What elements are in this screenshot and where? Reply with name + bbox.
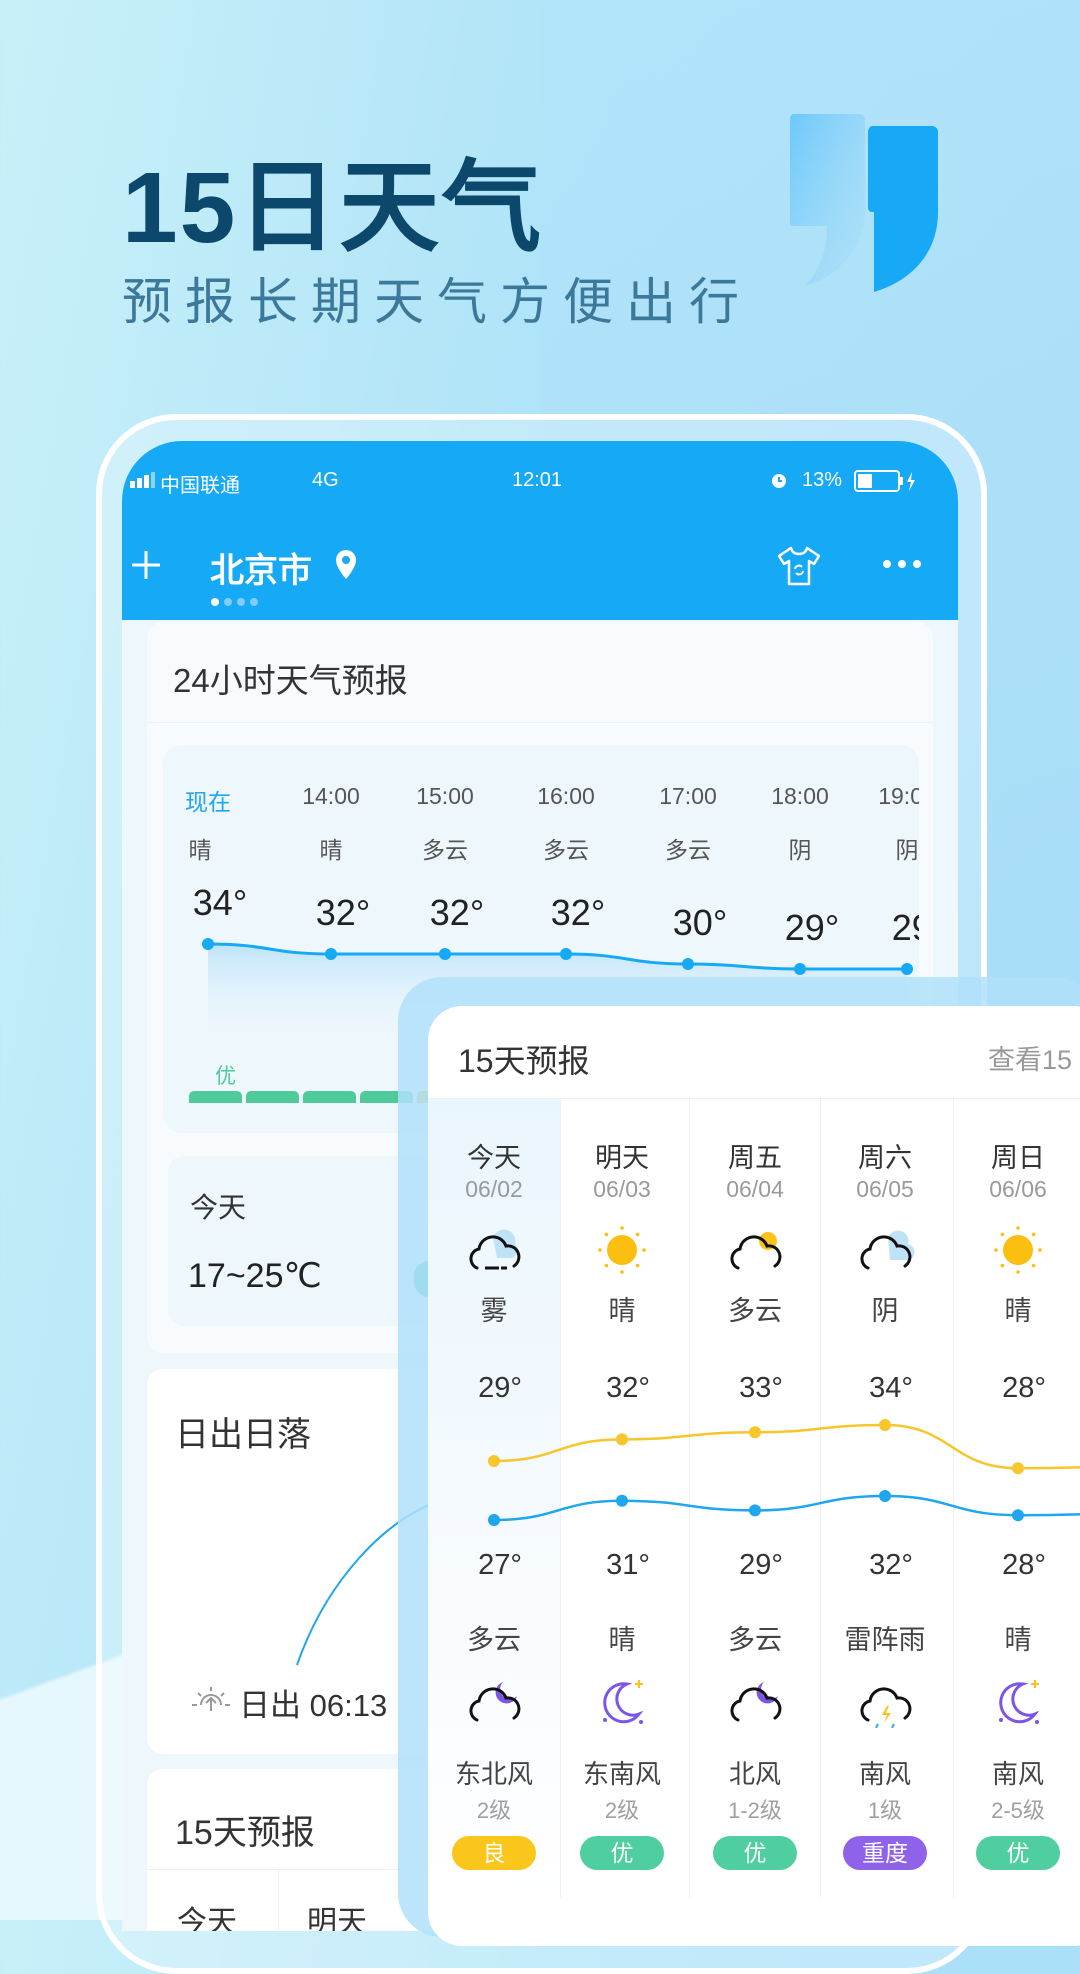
low-temp-line <box>493 1494 1080 1522</box>
high-temp-point <box>749 1426 761 1439</box>
today-range: 17~25℃ <box>188 1257 322 1295</box>
daily-temp-chart <box>488 1419 1080 1526</box>
hourly-point <box>202 938 214 950</box>
hourly-title: 24小时天气预报 <box>173 662 408 699</box>
aqi-bar <box>303 1091 356 1103</box>
page-dot <box>250 598 258 606</box>
aqi-bar <box>246 1091 299 1103</box>
city-name[interactable]: 北京市 <box>210 543 312 592</box>
sunrise-icon <box>192 1687 230 1711</box>
battery-icon <box>854 470 915 492</box>
forecast-bg-day: 今天 <box>177 1906 237 1931</box>
high-temp-point <box>1012 1462 1024 1475</box>
low-temp-point <box>879 1490 891 1502</box>
high-temp-point <box>616 1433 628 1446</box>
hourly-point <box>560 948 572 960</box>
divider <box>278 1869 279 1931</box>
low-temp-point <box>749 1504 761 1517</box>
promo-subtitle: 预报长期天气方便出行 <box>122 274 752 330</box>
hourly-point <box>325 948 337 960</box>
aqi-label: 优 <box>215 1065 236 1088</box>
page-dot <box>237 598 245 606</box>
carrier: 中国联通 <box>160 475 240 497</box>
high-temp-point <box>879 1419 891 1431</box>
clock: 12:01 <box>512 469 563 491</box>
low-temp-point <box>1012 1509 1024 1522</box>
signal-icon <box>130 472 155 488</box>
high-temp-line <box>493 1423 1080 1470</box>
location-pin-icon <box>336 550 356 579</box>
hourly-point <box>439 948 451 960</box>
plus-icon[interactable] <box>130 549 162 581</box>
promo-title: 15日天气 <box>122 152 544 264</box>
low-temp-point <box>488 1514 500 1526</box>
page-dot <box>224 598 232 606</box>
forecast-15day-card: 15天预报 查看15 今天 06/02 雾 29° 27° 多云 东北风 2级良明天 06/03… <box>428 1006 1080 1946</box>
divider <box>147 722 933 723</box>
alarm-icon <box>772 474 786 488</box>
aqi-bar <box>189 1091 242 1103</box>
hourly-point <box>901 963 913 975</box>
forecast-bg-day: 明天 <box>307 1906 367 1931</box>
high-temp-point <box>488 1455 500 1467</box>
sunrise-time: 日出 06:13 <box>239 1688 388 1723</box>
page-dot-active <box>211 598 219 606</box>
more-dots-icon[interactable] <box>882 558 922 570</box>
app-header: 中国联通 4G 12:01 13% 北京市 <box>122 441 958 620</box>
quote-mark-icon <box>790 114 938 292</box>
tshirt-refresh-icon[interactable] <box>777 545 821 587</box>
forecast-bg-title: 15天预报 <box>175 1814 315 1852</box>
today-label: 今天 <box>190 1192 247 1223</box>
hourly-point <box>794 963 806 975</box>
hourly-point <box>682 958 694 970</box>
low-temp-point <box>616 1494 628 1507</box>
battery-percent: 13% <box>802 469 843 491</box>
network-type: 4G <box>312 469 339 491</box>
